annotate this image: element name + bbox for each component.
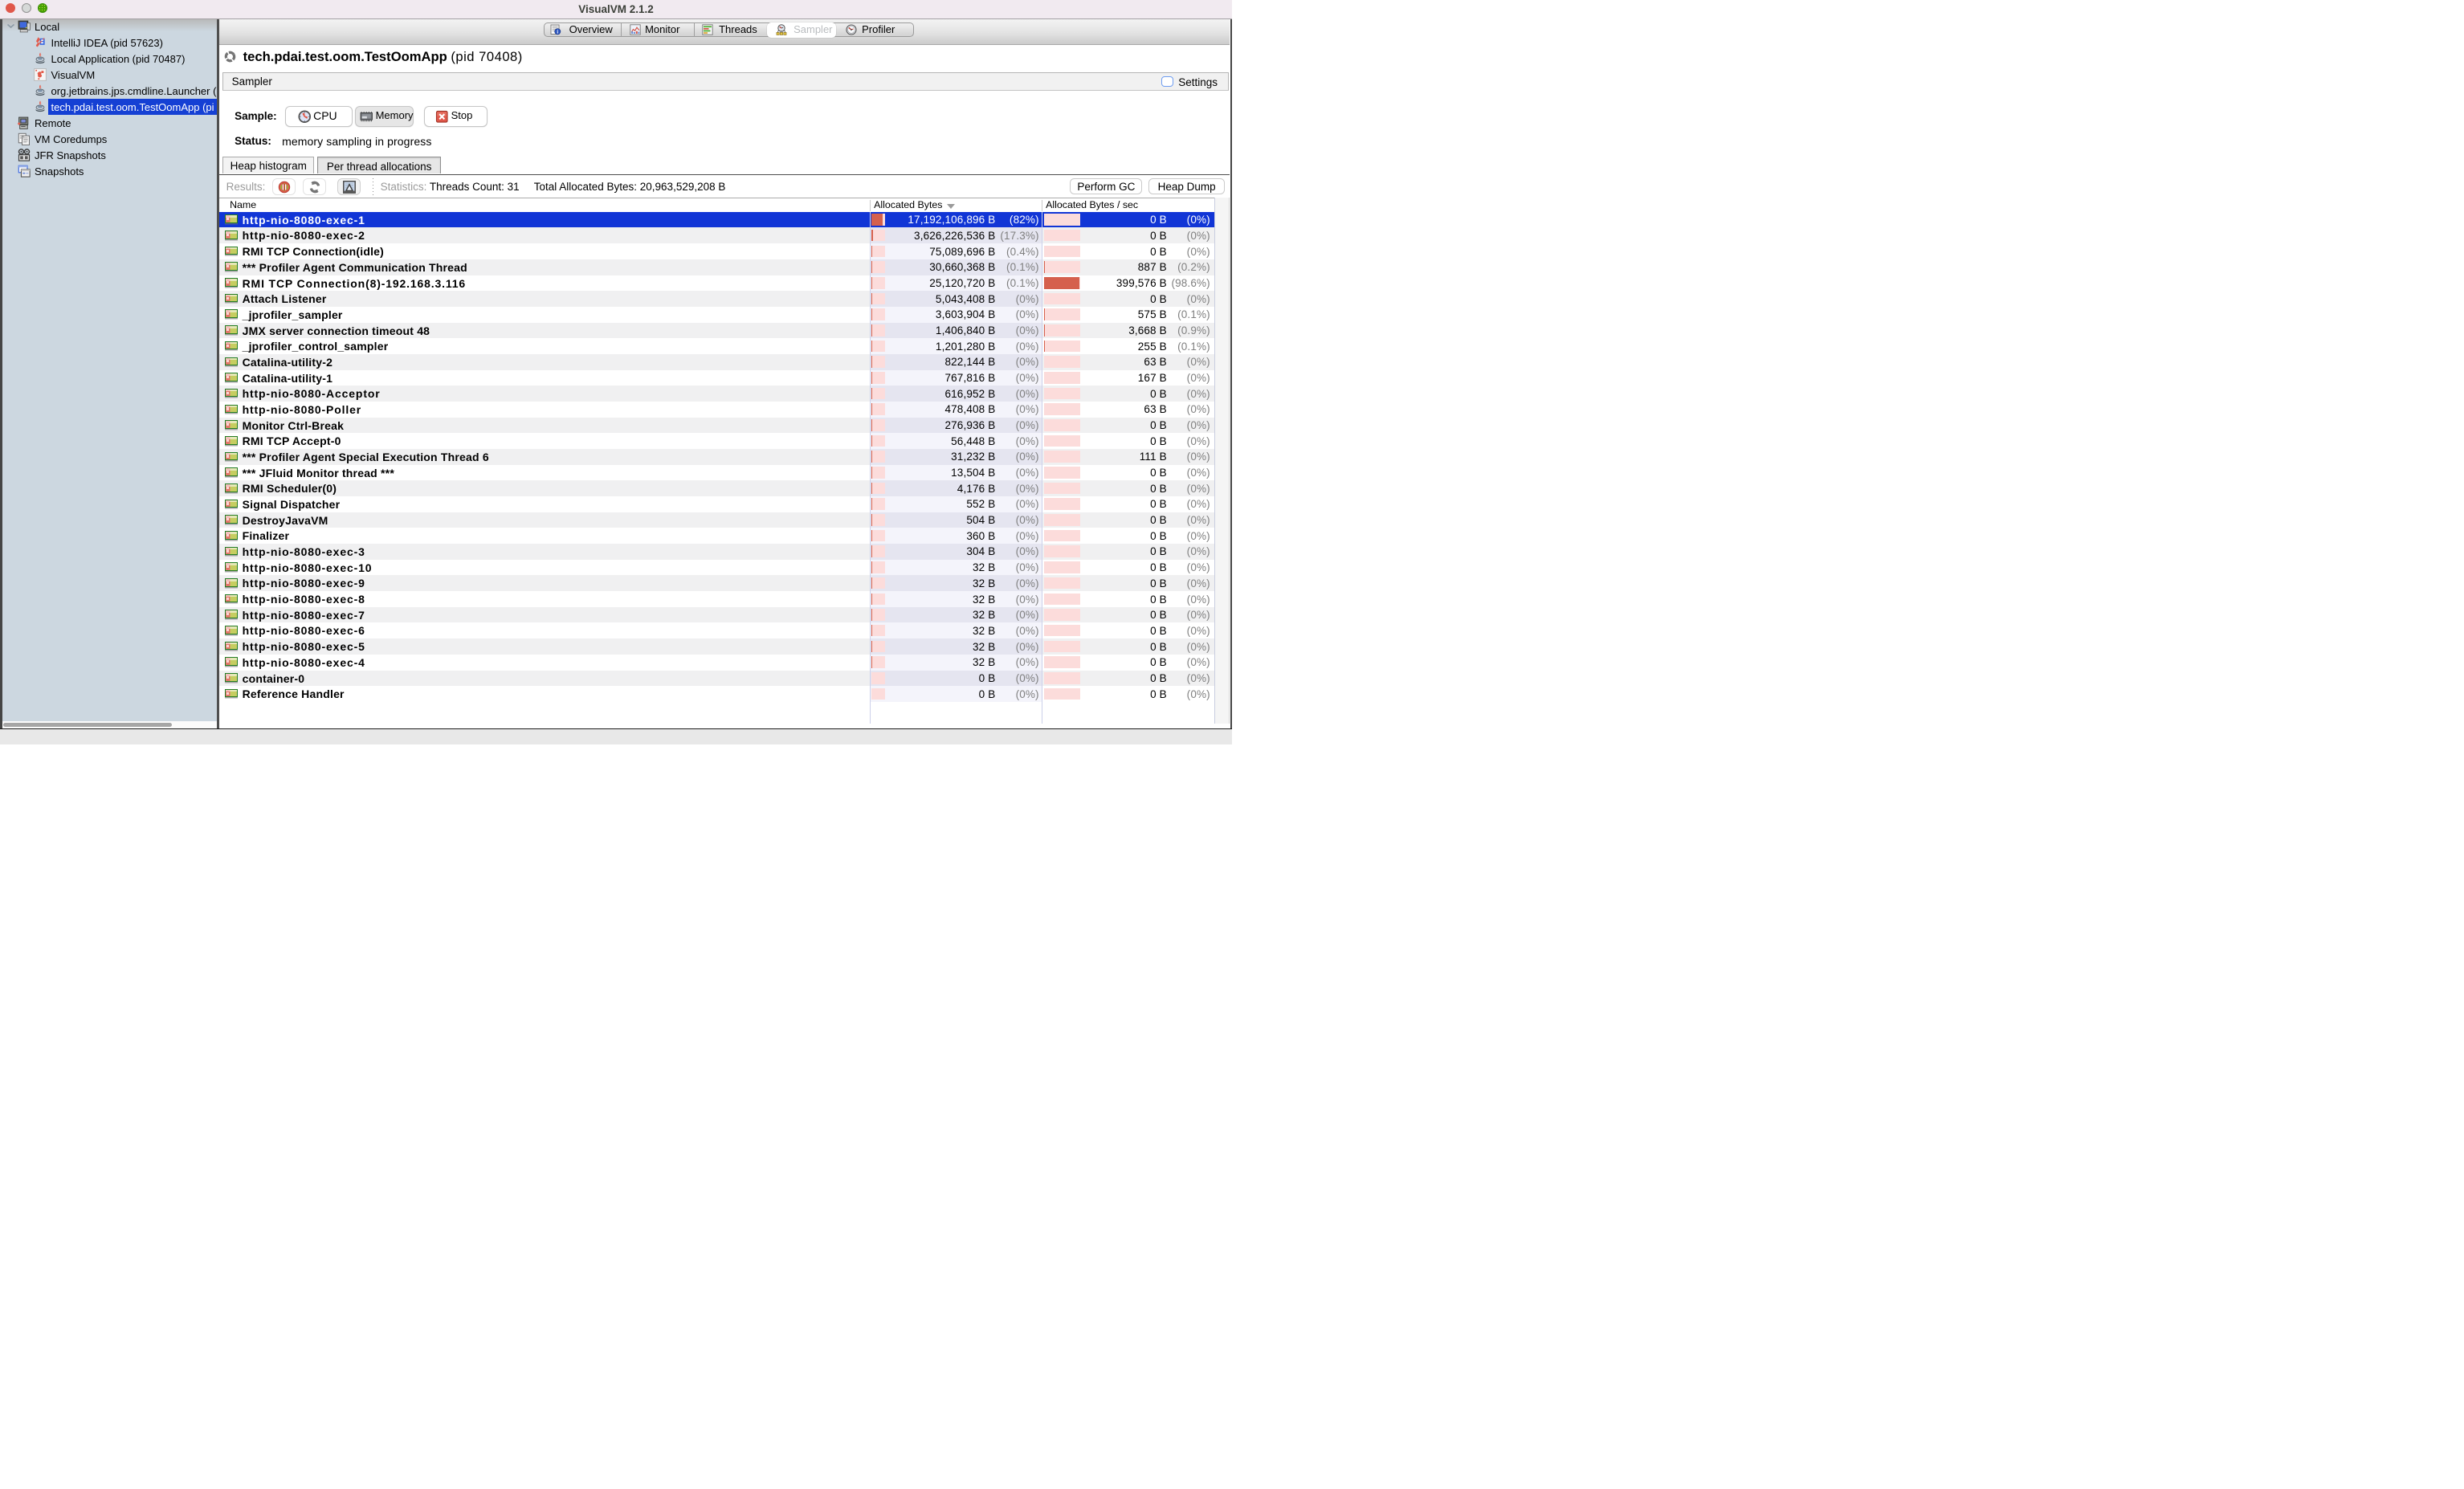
svg-text:i: i	[557, 30, 558, 35]
